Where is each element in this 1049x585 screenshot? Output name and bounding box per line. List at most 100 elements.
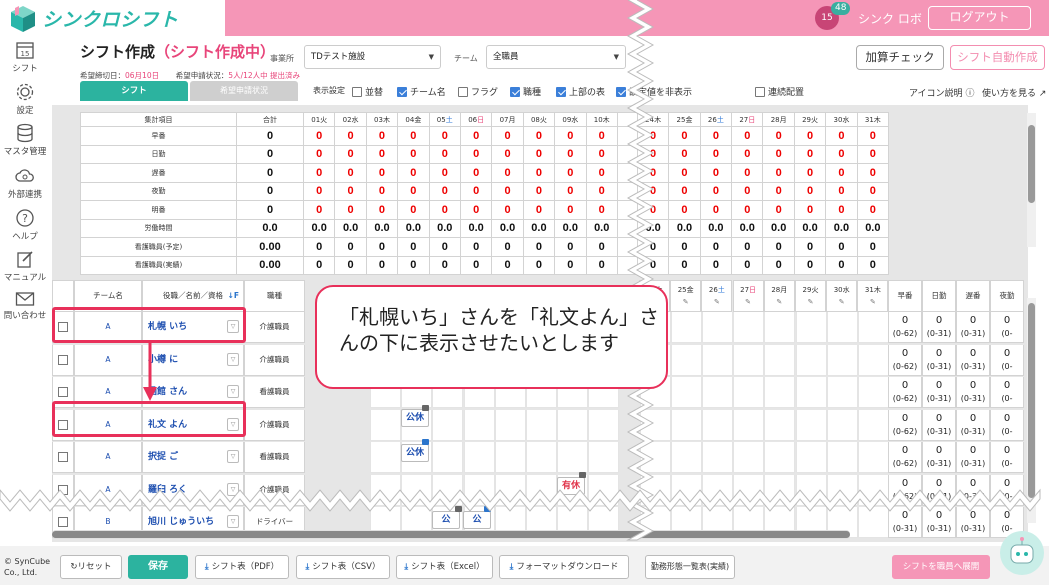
publish-button[interactable]: シフトを職員へ展開 [892,555,990,579]
option-flag[interactable]: フラグ [458,85,498,98]
shift-chip-paid-leave[interactable]: 有休 [557,477,585,495]
worklist-button[interactable]: 勤務形態一覧表(実績) [645,555,735,579]
save-button[interactable]: 保存 [128,555,188,579]
shift-cell[interactable] [463,474,495,506]
checkbox[interactable] [458,86,468,97]
shift-cell[interactable] [526,409,557,441]
logo[interactable]: シンクロシフト [0,0,225,36]
shift-cell[interactable] [370,474,401,506]
shift-cell[interactable] [557,442,589,473]
shift-cell[interactable] [733,409,765,441]
shift-cell[interactable] [733,344,765,376]
day-header[interactable]: 26土 ✎ [701,280,733,312]
shift-cell[interactable] [370,442,401,473]
sidebar-item-help[interactable]: ? ヘルプ [0,208,50,242]
shift-cell[interactable] [826,344,858,376]
shift-cell[interactable] [858,344,889,376]
pencil-icon[interactable]: ✎ [734,296,763,308]
howto-link[interactable]: 使い方を見る ↗ [982,86,1046,99]
shift-cell[interactable] [795,377,827,408]
shift-cell[interactable] [764,474,796,506]
name-cell[interactable]: 択捉 ご ▽ [142,442,244,473]
shift-cell[interactable] [702,344,733,376]
shift-cell[interactable] [733,377,765,408]
pencil-icon[interactable]: ✎ [671,296,700,308]
staff-name[interactable]: 函館 さん [148,387,187,397]
facility-select[interactable]: TDテスト施設 ▼ [304,45,441,69]
checkbox[interactable] [352,86,362,97]
shift-cell[interactable] [826,377,858,408]
tab-request-status[interactable]: 希望申請状況 [190,81,298,101]
shift-cell[interactable] [702,409,733,441]
option-sort[interactable]: 並替 [352,85,383,98]
shift-cell[interactable] [670,442,702,473]
row-checkbox[interactable] [58,387,68,397]
shift-cell[interactable] [370,409,401,441]
shift-cell[interactable] [764,409,796,441]
row-checkbox[interactable] [58,484,68,495]
scrollbar-vertical[interactable] [1027,113,1036,247]
team-select[interactable]: 全職員 ▼ [486,45,626,69]
shift-cell[interactable] [670,344,702,376]
shift-cell[interactable] [702,377,733,408]
logout-button[interactable]: ログアウト [928,6,1031,30]
shift-cell[interactable] [526,474,557,506]
shift-cell[interactable] [588,442,620,473]
day-header[interactable]: 29火 ✎ [795,280,826,312]
shift-cell[interactable] [858,507,889,538]
sidebar-item-shift[interactable]: 15 シフト [0,40,50,74]
shift-cell[interactable] [526,442,557,473]
staff-name[interactable]: 択捉 ご [148,452,178,462]
checkbox[interactable] [616,86,626,97]
shift-cell[interactable] [639,474,671,506]
shift-cell[interactable] [639,442,671,473]
shift-cell[interactable] [795,409,827,441]
row-checkbox[interactable] [58,517,68,527]
option-consecutive[interactable]: 連続配置 [755,85,804,98]
pencil-icon[interactable]: ✎ [858,296,887,308]
shift-cell[interactable] [826,409,858,441]
shift-cell[interactable] [463,442,495,473]
shift-cell[interactable] [432,409,464,441]
chatbot-avatar-icon[interactable] [1000,531,1044,575]
day-header[interactable]: 27日 ✎ [732,280,764,312]
shift-cell[interactable] [826,474,858,506]
shift-cell[interactable] [494,409,526,441]
shift-cell[interactable] [702,442,733,473]
shift-cell[interactable] [670,474,702,506]
scrollbar-vertical[interactable] [1027,298,1036,523]
shift-cell[interactable] [795,344,827,376]
row-checkbox[interactable] [58,354,68,365]
table-row[interactable]: A 択捉 ご ▽ 看護職員 [52,442,370,473]
chevron-down-icon[interactable]: ▽ [227,515,239,528]
staff-name[interactable]: 小樽 に [148,355,178,365]
shift-cell[interactable] [795,474,827,506]
reset-button[interactable]: ↻リセット [60,555,122,579]
shift-cell[interactable] [670,409,702,441]
format-download-button[interactable]: ⤓ フォーマットダウンロード [499,555,629,579]
shift-cell[interactable] [702,474,733,506]
auto-create-button[interactable]: シフト自動作成 [950,45,1045,70]
shift-cell[interactable] [557,409,589,441]
icon-help-link[interactable]: アイコン説明 ⓘ [909,86,974,99]
shift-cell[interactable] [795,442,827,473]
shift-cell[interactable] [670,312,702,343]
staff-name[interactable]: 羅臼 ろく [148,485,187,495]
name-cell[interactable]: 羅臼 ろく ▽ [142,474,244,506]
shift-cell[interactable] [670,377,702,408]
sidebar-item-manual[interactable]: マニュアル [0,249,50,283]
shift-cell[interactable] [795,312,827,343]
checkbox[interactable] [510,86,520,97]
shift-cell[interactable] [764,442,796,473]
excel-button[interactable]: ⤓ シフト表（Excel） [396,555,493,579]
shift-cell[interactable] [858,409,889,441]
shift-cell[interactable] [733,312,765,343]
option-job[interactable]: 職種 [510,85,541,98]
sidebar-item-external[interactable]: 外部連携 [0,166,50,200]
pencil-icon[interactable]: ✎ [827,296,856,308]
checkbox[interactable] [755,86,765,97]
shift-chip-holiday[interactable]: 公休 [401,444,429,462]
row-checkbox[interactable] [58,452,68,462]
shift-chip-holiday[interactable]: 公 [463,511,491,529]
pencil-icon[interactable]: ✎ [796,296,825,308]
